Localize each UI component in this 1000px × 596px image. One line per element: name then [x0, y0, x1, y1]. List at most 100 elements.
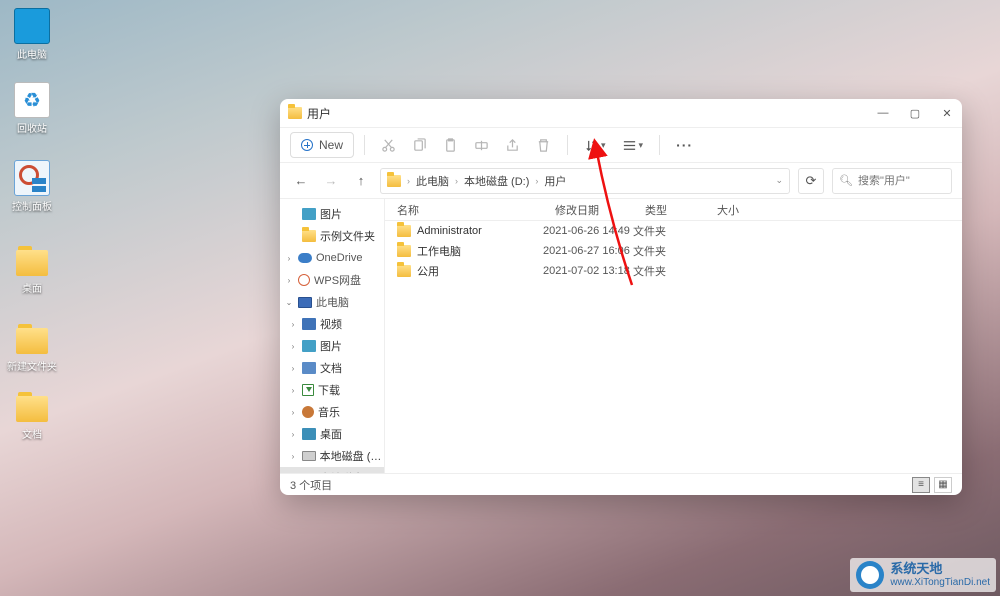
expand-icon[interactable]: › — [288, 408, 298, 417]
tree-item[interactable]: ›文档 — [280, 357, 384, 379]
file-row[interactable]: 公用2021-07-02 13:18文件夹 — [385, 261, 962, 281]
tree-item[interactable]: ⌄此电脑 — [280, 291, 384, 313]
col-date[interactable]: 修改日期 — [543, 202, 633, 218]
bin-icon — [14, 82, 50, 118]
crumb-folder[interactable]: 用户 — [544, 173, 566, 189]
widget-icon — [14, 160, 50, 196]
folder-icon — [14, 388, 50, 424]
copy-button[interactable] — [406, 132, 433, 158]
desktop-icon-widget[interactable]: 控制面板 — [4, 160, 60, 213]
expand-icon[interactable]: › — [288, 364, 298, 373]
toolbar: New ▾ ▾ ··· — [280, 127, 962, 163]
window-title: 用户 — [307, 105, 331, 122]
up-button[interactable]: ↑ — [350, 173, 372, 188]
expand-icon[interactable]: › — [284, 254, 294, 263]
tree-item[interactable]: 图片 — [280, 203, 384, 225]
crumb-root[interactable]: 此电脑 — [416, 173, 449, 189]
col-name[interactable]: 名称 — [385, 202, 543, 218]
tree-item[interactable]: ›视频 — [280, 313, 384, 335]
file-explorer-window: 用户 — ▢ ✕ New ▾ ▾ ··· ← → ↑ › 此电脑 — [280, 99, 962, 495]
pic-icon — [302, 208, 316, 220]
cut-button[interactable] — [375, 132, 402, 158]
titlebar[interactable]: 用户 — ▢ ✕ — [280, 99, 962, 127]
search-icon: 🔍︎ — [839, 174, 853, 187]
view-icons-button[interactable]: ▦ — [934, 477, 952, 493]
cloud-icon — [298, 253, 312, 263]
tree-item[interactable]: ›本地磁盘 (C:) — [280, 445, 384, 467]
minimize-button[interactable]: — — [876, 107, 890, 120]
new-button[interactable]: New — [290, 132, 354, 158]
share-button[interactable] — [499, 132, 526, 158]
tree-item[interactable]: ›音乐 — [280, 401, 384, 423]
tree-item[interactable]: ›图片 — [280, 335, 384, 357]
desktop-icon-folder[interactable]: 桌面 — [4, 242, 60, 295]
tree-item[interactable]: ›OneDrive — [280, 247, 384, 269]
pc-icon — [298, 297, 312, 308]
desktop-icon-folder[interactable]: 文档 — [4, 388, 60, 441]
more-icon: ··· — [676, 138, 693, 152]
search-box[interactable]: 🔍︎ — [832, 168, 952, 194]
status-bar: 3 个项目 ≡ ▦ — [280, 473, 962, 495]
breadcrumb[interactable]: › 此电脑 › 本地磁盘 (D:) › 用户 ⌄ — [380, 168, 790, 194]
sort-button[interactable]: ▾ — [578, 132, 612, 158]
tree-item[interactable]: ›WPS网盘 — [280, 269, 384, 291]
address-bar: ← → ↑ › 此电脑 › 本地磁盘 (D:) › 用户 ⌄ ⟳ 🔍︎ — [280, 163, 962, 199]
forward-button[interactable]: → — [320, 173, 342, 188]
file-row[interactable]: 工作电脑2021-06-27 16:06文件夹 — [385, 241, 962, 261]
desktop-icon-monitor[interactable]: 此电脑 — [4, 8, 60, 61]
tree-item[interactable]: 示例文件夹 — [280, 225, 384, 247]
expand-icon[interactable]: › — [284, 276, 294, 285]
expand-icon[interactable]: › — [288, 342, 298, 351]
tree-item[interactable]: ›桌面 — [280, 423, 384, 445]
pic-icon — [302, 340, 316, 352]
folder-icon — [14, 242, 50, 278]
col-type[interactable]: 类型 — [633, 202, 705, 218]
expand-icon[interactable]: › — [288, 320, 298, 329]
folder-icon — [397, 245, 411, 257]
view-button[interactable]: ▾ — [616, 132, 650, 158]
monitor-icon — [14, 8, 50, 44]
desktop-icon-bin[interactable]: 回收站 — [4, 82, 60, 135]
rename-button[interactable] — [468, 132, 495, 158]
more-button[interactable]: ··· — [670, 132, 699, 158]
back-button[interactable]: ← — [290, 173, 312, 188]
wps-icon — [298, 274, 310, 286]
view-details-button[interactable]: ≡ — [912, 477, 930, 493]
doc-icon — [302, 362, 316, 374]
folder-icon — [288, 107, 302, 119]
chevron-down-icon[interactable]: ⌄ — [775, 175, 783, 186]
watermark-logo-icon — [856, 561, 884, 589]
nav-tree[interactable]: 图片示例文件夹›OneDrive›WPS网盘⌄此电脑›视频›图片›文档›下载›音… — [280, 199, 385, 473]
desktop-icon-folder[interactable]: 新建文件夹 — [4, 320, 60, 373]
desk-icon — [302, 428, 316, 440]
tree-item[interactable]: ›下载 — [280, 379, 384, 401]
dl-icon — [302, 384, 314, 396]
fold-icon — [302, 230, 316, 242]
status-text: 3 个项目 — [290, 477, 332, 493]
crumb-drive[interactable]: 本地磁盘 (D:) — [464, 173, 529, 189]
col-size[interactable]: 大小 — [705, 202, 765, 218]
refresh-button[interactable]: ⟳ — [798, 168, 824, 194]
plus-icon — [301, 139, 313, 151]
paste-button[interactable] — [437, 132, 464, 158]
column-headers[interactable]: 名称 修改日期 类型 大小 — [385, 199, 962, 221]
expand-icon[interactable]: › — [288, 430, 298, 439]
file-rows: Administrator2021-06-26 14:49文件夹工作电脑2021… — [385, 221, 962, 473]
expand-icon[interactable]: › — [288, 452, 298, 461]
expand-icon[interactable]: › — [288, 386, 298, 395]
drive-icon — [302, 451, 316, 461]
folder-icon — [397, 265, 411, 277]
maximize-button[interactable]: ▢ — [908, 107, 922, 120]
file-list-pane: 名称 修改日期 类型 大小 Administrator2021-06-26 14… — [385, 199, 962, 473]
delete-button[interactable] — [530, 132, 557, 158]
music-icon — [302, 406, 314, 418]
watermark: 系统天地 www.XiTongTianDi.net — [850, 558, 996, 592]
expand-icon[interactable]: ⌄ — [284, 298, 294, 307]
vid-icon — [302, 318, 316, 330]
folder-icon — [387, 175, 401, 187]
folder-icon — [14, 320, 50, 356]
search-input[interactable] — [858, 175, 1000, 187]
folder-icon — [397, 225, 411, 237]
file-row[interactable]: Administrator2021-06-26 14:49文件夹 — [385, 221, 962, 241]
close-button[interactable]: ✕ — [940, 107, 954, 120]
